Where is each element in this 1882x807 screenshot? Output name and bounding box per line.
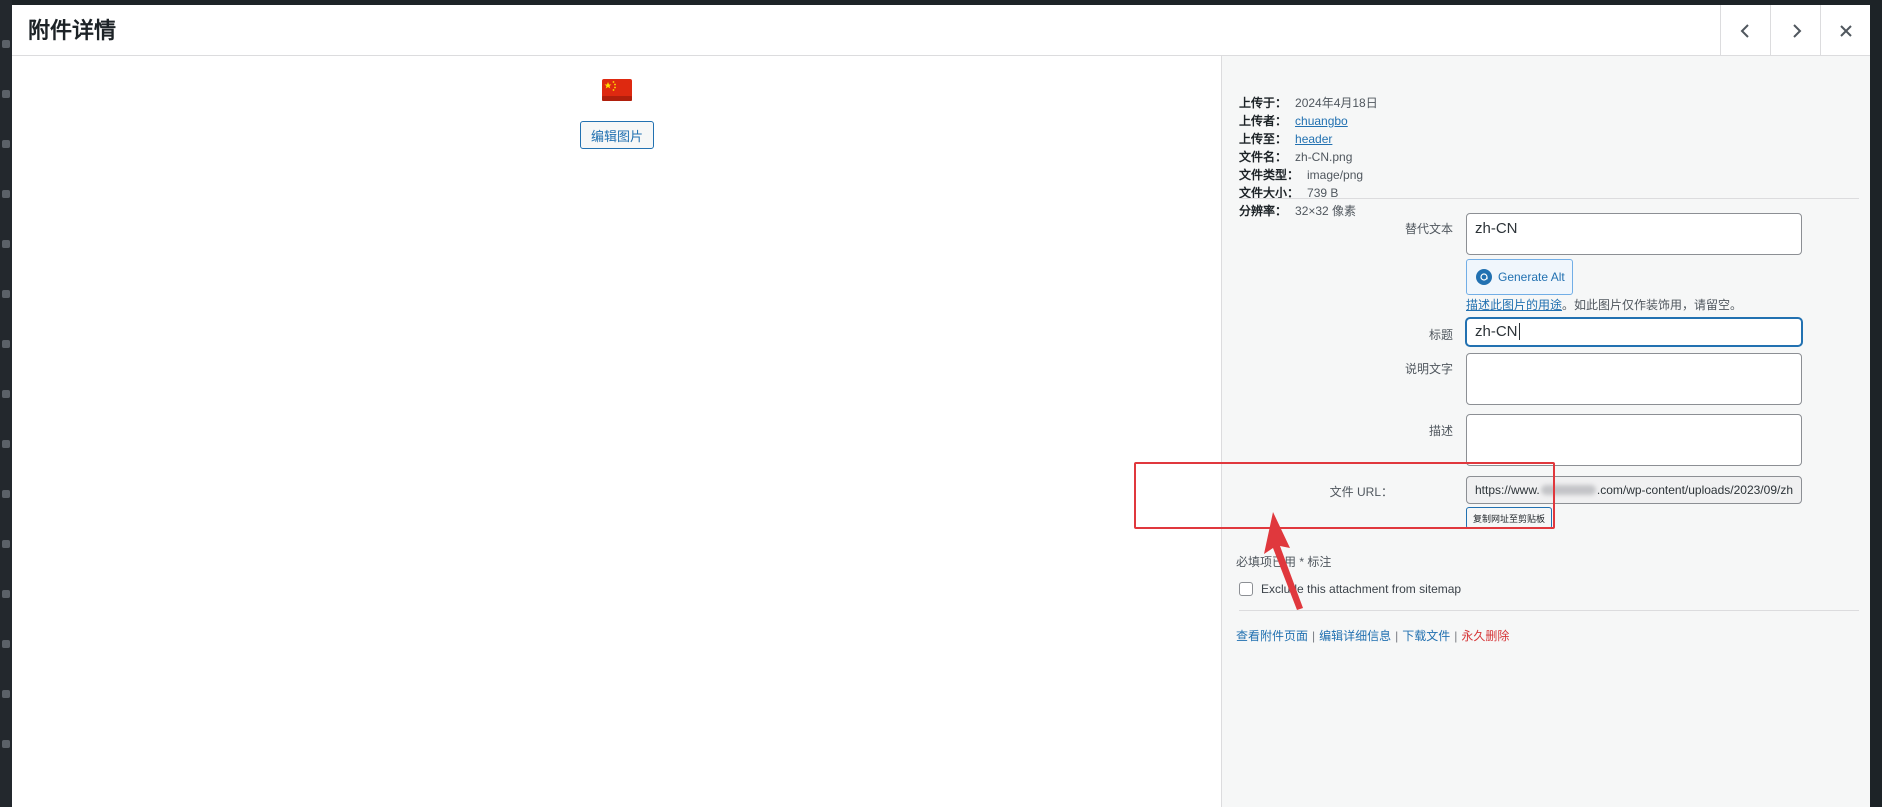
menu-icon [2, 440, 10, 448]
meta-file-size: 文件大小： 739 B [1239, 186, 1339, 200]
menu-icon [2, 190, 10, 198]
uploaded-to-link[interactable]: header [1295, 130, 1332, 148]
menu-icon [2, 140, 10, 148]
alt-text-input[interactable]: zh-CN [1466, 213, 1802, 255]
menu-icon [2, 640, 10, 648]
edit-image-button[interactable]: 编辑图片 [580, 121, 654, 149]
required-fields-note: 必填项已用 * 标注 [1236, 555, 1332, 569]
text-cursor: ​ [1518, 323, 1520, 340]
delete-permanently-link[interactable]: 永久删除 [1461, 629, 1509, 643]
sitemap-exclude-label: Exclude this attachment from sitemap [1261, 582, 1462, 596]
close-button[interactable] [1820, 5, 1870, 56]
caption-textarea[interactable] [1466, 353, 1802, 405]
ai-icon [1476, 269, 1492, 285]
alt-text-help: 描述此图片的用途。如此图片仅作装饰用，请留空。 [1466, 298, 1743, 312]
menu-icon [2, 390, 10, 398]
attachment-actions: 查看附件页面 | 编辑详细信息 | 下载文件 | 永久删除 [1236, 629, 1510, 643]
modal-title: 附件详情 [28, 18, 117, 43]
uploader-link[interactable]: chuangbo [1295, 112, 1348, 130]
chevron-left-icon [1740, 23, 1749, 38]
menu-icon [2, 540, 10, 548]
menu-icon [2, 340, 10, 348]
alt-help-link[interactable]: 描述此图片的用途 [1466, 298, 1562, 312]
caption-label: 说明文字 [1404, 362, 1453, 376]
menu-icon [2, 740, 10, 748]
menu-icon [2, 290, 10, 298]
title-label: 标题 [1428, 328, 1453, 342]
annotation-highlight-box [1134, 462, 1555, 529]
description-label: 描述 [1428, 424, 1453, 438]
modal-header: 附件详情 [12, 5, 1870, 56]
sitemap-exclude-row: Exclude this attachment from sitemap [1239, 582, 1461, 596]
attachment-media-view: 编辑图片 [12, 56, 1221, 807]
menu-icon [2, 590, 10, 598]
menu-icon [2, 90, 10, 98]
description-textarea[interactable] [1466, 414, 1802, 466]
generate-alt-button[interactable]: Generate Alt [1466, 259, 1573, 295]
sitemap-exclude-checkbox[interactable] [1239, 582, 1253, 596]
download-file-link[interactable]: 下载文件 [1402, 629, 1450, 643]
menu-icon [2, 690, 10, 698]
generate-alt-label: Generate Alt [1498, 270, 1565, 284]
attachment-details-modal: 附件详情 编辑图片 上传于： 2024年4月18日 上传者： chuangbo … [12, 5, 1870, 807]
divider [1239, 610, 1859, 611]
menu-icon [2, 240, 10, 248]
file-details: 上传于： 2024年4月18日 上传者： chuangbo 上传至： heade… [1239, 94, 1378, 220]
menu-icon [2, 490, 10, 498]
next-button[interactable] [1770, 5, 1820, 56]
attachment-image-flag [602, 79, 632, 101]
edit-details-link[interactable]: 编辑详细信息 [1319, 629, 1391, 643]
meta-dimensions: 分辨率： 32×32 像素 [1239, 204, 1357, 218]
previous-button[interactable] [1720, 5, 1770, 56]
meta-filename: 文件名： zh-CN.png [1239, 150, 1353, 164]
meta-uploaded-to: 上传至： header [1239, 130, 1333, 148]
admin-sidebar-backdrop [0, 0, 12, 807]
close-icon [1839, 24, 1852, 37]
chevron-right-icon [1792, 23, 1801, 38]
menu-icon [2, 40, 10, 48]
title-input[interactable]: zh-CN​ [1466, 318, 1802, 346]
alt-text-label: 替代文本 [1404, 222, 1453, 236]
view-attachment-page-link[interactable]: 查看附件页面 [1236, 629, 1308, 643]
attachment-info-sidebar: 上传于： 2024年4月18日 上传者： chuangbo 上传至： heade… [1221, 56, 1870, 807]
meta-file-type: 文件类型： image/png [1239, 168, 1364, 182]
meta-uploaded-by: 上传者： chuangbo [1239, 112, 1348, 130]
meta-uploaded-on: 上传于： 2024年4月18日 [1239, 96, 1378, 110]
divider [1239, 198, 1859, 199]
